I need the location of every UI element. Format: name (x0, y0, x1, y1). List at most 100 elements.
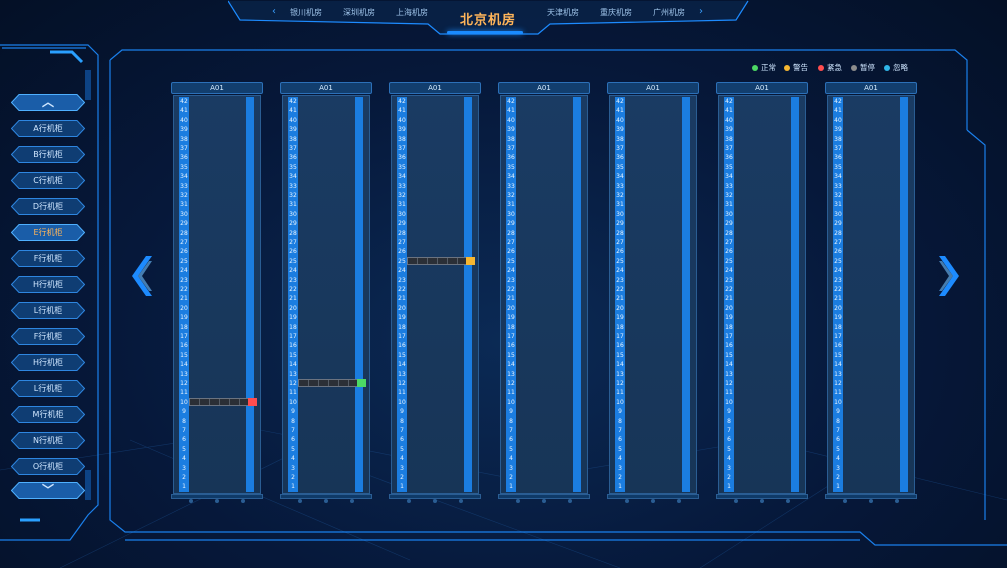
rack-unit-number: 14 (834, 361, 842, 369)
rack-unit-number: 41 (398, 107, 406, 115)
nav-next-arrow-icon[interactable]: › (699, 6, 703, 17)
rack-unit-number: 39 (507, 126, 515, 134)
rack-unit-number: 37 (398, 145, 406, 152)
legend-item: 警告 (784, 62, 808, 73)
sidebar-scroll-down-button[interactable]: ﹀ (11, 482, 85, 499)
nav-prev-arrow-icon[interactable]: ‹ (272, 6, 276, 17)
rack-unit-number: 15 (289, 351, 297, 359)
rack-unit-number: 35 (180, 163, 188, 171)
rack-unit-number: 31 (834, 201, 842, 209)
rack-cabinet[interactable]: A01 42 41 40 39 38 37 36 35 34 33 32 31 30 29 28 27 26 25 2… (389, 82, 481, 504)
rack-foot-icon (677, 499, 681, 503)
sidebar-item-4[interactable]: E行机柜 (11, 224, 85, 241)
sidebar-item-4-label: E行机柜 (33, 228, 63, 237)
rack-unit-number: 16 (398, 342, 406, 350)
nav-tab-guangzhou[interactable]: 广州机房 (653, 7, 685, 18)
rack-foot-icon (542, 499, 546, 503)
rack-unit-number: 31 (725, 201, 733, 209)
rack-unit-number: 13 (616, 370, 624, 378)
rack-name: A01 (825, 82, 917, 94)
rack-cabinet[interactable]: A01 42 41 40 39 38 37 36 35 34 33 32 31 30 29 28 27 26 25 2… (825, 82, 917, 504)
rack-unit-number: 38 (398, 135, 406, 143)
rack-server-device[interactable] (189, 397, 257, 406)
sidebar-item-6[interactable]: H行机柜 (11, 276, 85, 293)
nav-tab-shanghai[interactable]: 上海机房 (396, 7, 428, 18)
rack-unit-number: 9 (618, 408, 622, 416)
rack-unit-number: 9 (291, 408, 295, 416)
nav-tab-yinchuan[interactable]: 银川机房 (290, 7, 322, 18)
rack-body: 42 41 40 39 38 37 36 35 34 33 32 31 30 29 28 27 26 25 24 23… (718, 95, 806, 494)
rack-unit-number: 33 (180, 182, 188, 190)
rack-unit-number: 22 (725, 286, 733, 293)
rack-cabinet[interactable]: A01 42 41 40 39 38 37 36 35 34 33 32 31 30 29 28 27 26 25 2… (280, 82, 372, 504)
rack-unit-number: 17 (616, 333, 624, 340)
rack-unit-number: 24 (834, 267, 842, 275)
next-page-arrow-icon[interactable] (937, 255, 959, 297)
sidebar-item-10[interactable]: L行机柜 (11, 380, 85, 397)
rack-unit-number: 11 (616, 389, 624, 397)
rack-unit-number: 6 (836, 436, 840, 444)
sidebar-item-13[interactable]: O行机柜 (11, 458, 85, 475)
sidebar-item-2[interactable]: C行机柜 (11, 172, 85, 189)
rack-unit-number: 7 (400, 427, 404, 434)
rack-server-device[interactable] (298, 379, 366, 387)
legend-label: 忽略 (893, 63, 908, 72)
sidebar-item-8[interactable]: F行机柜 (11, 328, 85, 345)
rack-foot-icon (625, 499, 629, 503)
nav-tab-chongqing[interactable]: 重庆机房 (600, 7, 632, 18)
rack-unit-number: 2 (400, 474, 404, 481)
nav-tab-tianjin[interactable]: 天津机房 (547, 7, 579, 18)
rack-unit-number: 33 (834, 182, 842, 190)
rack-cabinet[interactable]: A01 42 41 40 39 38 37 36 35 34 33 32 31 30 29 28 27 26 25 2… (607, 82, 699, 504)
nav-tab-beijing-active[interactable]: 北京机房 (460, 9, 516, 28)
rack-unit-number: 17 (834, 333, 842, 340)
rack-unit-number: 30 (616, 210, 624, 218)
sidebar-item-0[interactable]: A行机柜 (11, 120, 85, 137)
legend-dot-icon (818, 65, 824, 71)
sidebar-item-9[interactable]: H行机柜 (11, 354, 85, 371)
sidebar-row-list: ︿ A行机柜 B行机柜 C行机柜 D行机柜 E行机柜 F行机柜 H行机柜 L行机柜 F行机柜 H行机… (0, 45, 98, 550)
rack-unit-number: 37 (725, 145, 733, 152)
prev-page-arrow-icon[interactable] (132, 255, 154, 297)
rack-cabinet[interactable]: A01 42 41 40 39 38 37 36 35 34 33 32 31 30 29 28 27 26 25 2… (716, 82, 808, 504)
rack-unit-number: 14 (507, 361, 515, 369)
rack-unit-number: 16 (507, 342, 515, 350)
rack-unit-number: 29 (398, 220, 406, 228)
nav-tab-shenzhen[interactable]: 深圳机房 (343, 7, 375, 18)
rack-unit-number: 24 (725, 267, 733, 275)
rack-unit-number: 2 (836, 474, 840, 481)
rack-unit-number: 33 (507, 182, 515, 190)
rack-unit-number: 12 (725, 380, 733, 387)
sidebar-item-12[interactable]: N行机柜 (11, 432, 85, 449)
rack-unit-number: 30 (834, 210, 842, 218)
rack-unit-number: 19 (834, 314, 842, 322)
sidebar-scroll-up-button[interactable]: ︿ (11, 94, 85, 111)
sidebar-item-5[interactable]: F行机柜 (11, 250, 85, 267)
rack-unit-number: 31 (616, 201, 624, 209)
rack-unit-number: 29 (725, 220, 733, 228)
rack-unit-number: 34 (398, 173, 406, 181)
rack-cabinet[interactable]: A01 42 41 40 39 38 37 36 35 34 33 32 31 30 29 28 27 26 25 2… (171, 82, 263, 504)
rack-unit-number: 28 (398, 229, 406, 237)
rack-unit-number: 13 (834, 370, 842, 378)
rack-unit-number: 23 (725, 276, 733, 284)
sidebar-item-7[interactable]: L行机柜 (11, 302, 85, 319)
sidebar-item-1[interactable]: B行机柜 (11, 146, 85, 163)
sidebar-item-3[interactable]: D行机柜 (11, 198, 85, 215)
sidebar-item-11[interactable]: M行机柜 (11, 406, 85, 423)
rack-foot-icon (298, 499, 302, 503)
rack-unit-number: 34 (289, 173, 297, 181)
rack-unit-number: 24 (289, 267, 297, 275)
legend-item: 正常 (752, 62, 776, 73)
rack-unit-number: 9 (182, 408, 186, 416)
rack-unit-number: 13 (725, 370, 733, 378)
device-status-indicator (248, 397, 257, 406)
sidebar-item-13-label: O行机柜 (32, 462, 64, 471)
sidebar-item-3-label: D行机柜 (32, 202, 64, 211)
legend-label: 紧急 (827, 63, 842, 72)
rack-server-device[interactable] (407, 256, 475, 265)
rack-unit-rail: 42 41 40 39 38 37 36 35 34 33 32 31 30 29 28 27 26 25 24 23… (833, 97, 843, 492)
rack-cabinet[interactable]: A01 42 41 40 39 38 37 36 35 34 33 32 31 30 29 28 27 26 25 2… (498, 82, 590, 504)
rack-unit-number: 27 (289, 239, 297, 246)
rack-unit-number: 4 (727, 455, 731, 463)
